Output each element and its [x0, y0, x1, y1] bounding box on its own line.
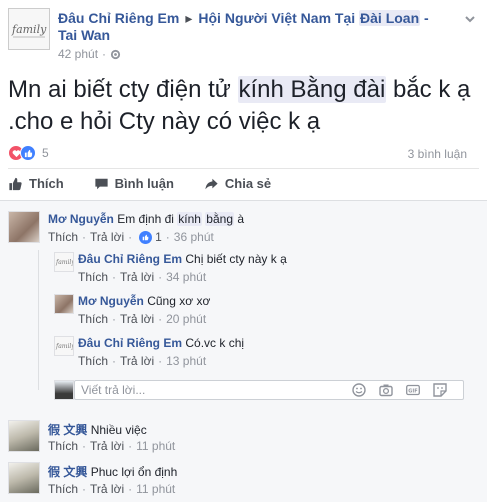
- comment-meta: Thích · Trả lời · 1 · 36 phút: [48, 230, 214, 244]
- share-label: Chia sẻ: [224, 176, 272, 191]
- comment-like-link[interactable]: Thích: [48, 482, 78, 496]
- comment-like-link[interactable]: Thích: [48, 439, 78, 453]
- reaction-count: 5: [42, 146, 49, 160]
- emoji-icon[interactable]: [352, 383, 366, 397]
- thumbs-up-icon: [9, 177, 22, 190]
- reply-reply-link[interactable]: Trả lời: [120, 312, 154, 326]
- svg-text:family: family: [11, 23, 47, 36]
- my-avatar: [54, 380, 74, 400]
- reply-reply-link[interactable]: Trả lời: [120, 270, 154, 284]
- reply-time[interactable]: 34 phút: [166, 270, 206, 284]
- reply-author-link[interactable]: Mơ Nguyễn: [78, 294, 144, 308]
- like-badge-icon: [139, 230, 153, 244]
- reply-text: Cũng xơ xơ: [147, 294, 211, 308]
- comment-text-part1: Em định đi: [117, 212, 174, 226]
- camera-icon[interactable]: [379, 383, 393, 397]
- post-options-chevron-icon[interactable]: [463, 12, 477, 26]
- group-name-link[interactable]: Hội Người Việt Nam Tại Đài Loan -: [198, 10, 429, 26]
- reply-author-link[interactable]: Đâu Chỉ Riêng Em: [78, 252, 182, 266]
- comment-author-link[interactable]: Mơ Nguyễn: [48, 212, 114, 226]
- comment-text: Phuc lợi ổn định: [90, 465, 178, 479]
- reply-meta: Thích · Trả lời · 34 phút: [78, 270, 207, 284]
- avatar[interactable]: [54, 294, 74, 314]
- reply-meta: Thích · Trả lời · 13 phút: [78, 354, 207, 368]
- comment-text-highlight[interactable]: kính: [177, 212, 202, 226]
- reply-meta: Thích · Trả lời · 20 phút: [78, 312, 207, 326]
- comment-author-link[interactable]: 徦 文興: [48, 465, 87, 479]
- comment: 徦 文興 Phuc lợi ổn định: [48, 463, 177, 480]
- post-author-link[interactable]: Đâu Chỉ Riêng Em: [58, 10, 179, 26]
- like-label: Thích: [29, 176, 64, 191]
- comment-bubble-icon: [95, 178, 108, 189]
- comment-like-link[interactable]: Thích: [48, 230, 78, 244]
- gif-icon[interactable]: GIF: [406, 383, 420, 397]
- post-text-part1: Mn ai biết cty điện tử: [8, 76, 231, 103]
- comment-author-link[interactable]: 徦 文興: [48, 423, 87, 437]
- reply: Đâu Chỉ Riêng Em Có.vc k chị: [78, 336, 244, 350]
- reply-like-link[interactable]: Thích: [78, 312, 108, 326]
- comment-meta: Thích · Trả lời · 11 phút: [48, 482, 176, 496]
- family-logo-icon: family: [11, 23, 47, 38]
- privacy-gear-icon[interactable]: [110, 49, 121, 60]
- comment-label: Bình luận: [114, 176, 174, 191]
- avatar[interactable]: [8, 211, 40, 243]
- avatar[interactable]: [8, 462, 40, 494]
- avatar[interactable]: family: [54, 252, 75, 272]
- reply-thread-line: [38, 250, 39, 390]
- comment: Mơ Nguyễn Em định đi kính bằng à: [48, 212, 244, 226]
- post-time: 42 phút: [58, 47, 99, 61]
- dot-separator: ·: [102, 47, 107, 61]
- comment-button[interactable]: Bình luận: [94, 176, 174, 191]
- comment-reply-link[interactable]: Trả lời: [90, 482, 124, 496]
- reply-text: Có.vc k chị: [185, 336, 245, 350]
- post-timestamp[interactable]: 42 phút ·: [58, 47, 121, 61]
- comment-reply-link[interactable]: Trả lời: [90, 439, 124, 453]
- group-name-line2[interactable]: Tai Wan: [58, 27, 110, 43]
- reply-input-tools: GIF: [352, 383, 447, 397]
- reply-like-link[interactable]: Thích: [78, 354, 108, 368]
- comment-like-count[interactable]: 1: [155, 230, 162, 244]
- comment-reply-link[interactable]: Trả lời: [90, 230, 124, 244]
- sticker-icon[interactable]: [433, 383, 447, 397]
- comment-text-highlight[interactable]: bằng: [205, 212, 234, 226]
- reply-time[interactable]: 13 phút: [166, 354, 206, 368]
- group-name-part3: -: [424, 10, 429, 26]
- reply-author-link[interactable]: Đâu Chỉ Riêng Em: [78, 336, 182, 350]
- share-arrow-icon: ▸: [185, 10, 193, 26]
- reply-like-link[interactable]: Thích: [78, 270, 108, 284]
- post-text: Mn ai biết cty điện tử kính Bằng đài bắc…: [8, 74, 483, 138]
- comment-time[interactable]: 36 phút: [174, 230, 214, 244]
- group-name-highlight: Đài Loan: [359, 10, 421, 26]
- svg-text:family: family: [55, 343, 73, 350]
- comment-time[interactable]: 11 phút: [136, 439, 175, 453]
- divider: [8, 168, 479, 169]
- share-button[interactable]: Chia sẻ: [204, 176, 271, 191]
- avatar[interactable]: family: [54, 336, 75, 356]
- post-actions-bar: Thích Bình luận Chia sẻ: [8, 176, 271, 191]
- group-avatar[interactable]: family: [8, 8, 50, 50]
- comment-count-link[interactable]: 3 bình luận: [408, 147, 467, 161]
- avatar[interactable]: [8, 420, 40, 452]
- post-header-line: Đâu Chỉ Riêng Em ▸ Hội Người Việt Nam Tại …: [58, 10, 429, 27]
- share-arrow-icon: [205, 178, 218, 189]
- comment: 徦 文興 Nhiều việc: [48, 421, 147, 438]
- comment-text: Nhiều việc: [90, 423, 147, 437]
- reactions-summary[interactable]: 5: [8, 145, 49, 161]
- reply-time[interactable]: 20 phút: [166, 312, 206, 326]
- reply-text: Chị biết cty này k ạ: [185, 252, 287, 266]
- reply: Đâu Chỉ Riêng Em Chị biết cty này k ạ: [78, 252, 287, 266]
- svg-text:GIF: GIF: [408, 388, 417, 394]
- like-button[interactable]: Thích: [8, 176, 64, 191]
- svg-text:family: family: [55, 259, 73, 266]
- group-name-part1: Hội Người Việt Nam Tại: [198, 10, 356, 26]
- reply-reply-link[interactable]: Trả lời: [120, 354, 154, 368]
- comment-meta: Thích · Trả lời · 11 phút: [48, 439, 176, 453]
- reply: Mơ Nguyễn Cũng xơ xơ: [78, 294, 210, 308]
- comment-time[interactable]: 11 phút: [136, 482, 175, 496]
- post-text-highlight[interactable]: kính Bằng đài: [237, 76, 387, 103]
- comment-text-part2: à: [237, 212, 245, 226]
- reply-input-placeholder: Viết trả lời...: [81, 383, 146, 397]
- like-reaction-icon: [20, 145, 36, 161]
